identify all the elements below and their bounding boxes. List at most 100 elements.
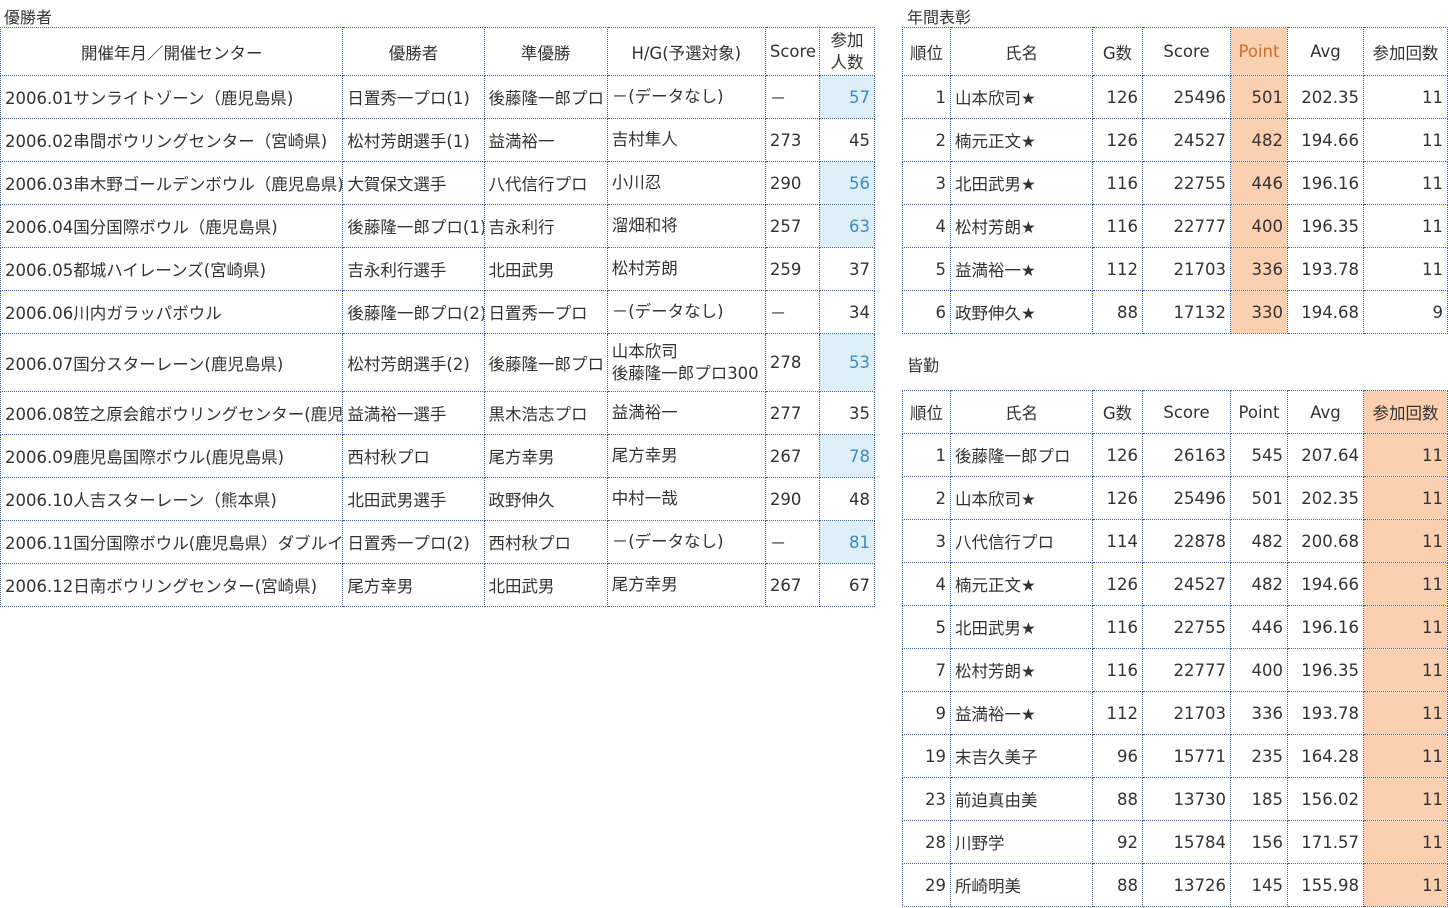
point-cell: 501 (1230, 476, 1288, 520)
rank-cell: 29 (902, 863, 951, 907)
rank-cell: 1 (902, 433, 951, 477)
attendance-header-1: 氏名 (950, 390, 1093, 434)
high-game-cell: －(データなし) (606, 75, 766, 119)
score-cell: － (764, 75, 820, 119)
winner-cell: 後藤隆一郎プロ(1) (342, 204, 485, 248)
event-cell: 2006.01サンライトゾーン（鹿児島県) (0, 75, 344, 119)
event-cell: 2006.11国分国際ボウル(鹿児島県）ダブルイリミ (0, 520, 344, 564)
high-game-cell: －(データなし) (606, 290, 766, 334)
winners-row: 2006.08笠之原会館ボウリングセンター(鹿児島県)益満裕一選手黒木浩志プロ益… (0, 391, 876, 435)
attendance-row: 23 前迫真由美 88 13730 185 156.02 11 (902, 777, 1448, 821)
winner-cell: 松村芳朗選手(2) (342, 333, 485, 392)
rank-cell: 9 (902, 691, 951, 735)
attendance-header-2: G数 (1092, 390, 1143, 434)
winners-row: 2006.11国分国際ボウル(鹿児島県）ダブルイリミ 日置秀一プロ(2) 西村秋プロ… (0, 520, 876, 564)
event-cell: 2006.10人吉スターレーン（熊本県) (0, 477, 344, 521)
score-cell: 22777 (1142, 204, 1231, 248)
high-game-cell: 溜畑和将 (606, 204, 766, 248)
attendance-row: 7 松村芳朗★ 116 22777 400 196.35 11 (902, 648, 1448, 692)
participants-cell: 67 (818, 563, 876, 607)
annual-row: 4 松村芳朗★ 116 22777 400 196.35 11 (902, 204, 1448, 248)
count-cell: 11 (1363, 863, 1448, 907)
score-cell: 15771 (1142, 734, 1231, 778)
event-cell: 2006.07国分スターレーン(鹿児島県) (0, 333, 344, 392)
winner-cell: 北田武男選手 (342, 477, 485, 521)
participants-cell: 63 (818, 204, 876, 248)
high-game-cell: 松村芳朗 (606, 247, 766, 291)
score-cell: 22755 (1142, 605, 1231, 649)
winners-row: 2006.04国分国際ボウル（鹿児島県) 後藤隆一郎プロ(1) 吉永利行 溜畑和将 25… (0, 204, 876, 248)
attendance-header-5: Avg (1287, 390, 1364, 434)
name-cell: 益満裕一★ (950, 691, 1093, 735)
avg-cell: 196.16 (1287, 161, 1364, 205)
games-cell: 114 (1092, 519, 1143, 563)
score-cell: 22755 (1142, 161, 1231, 205)
event-cell: 2006.04国分国際ボウル（鹿児島県) (0, 204, 344, 248)
point-cell: 330 (1230, 290, 1288, 334)
games-cell: 126 (1092, 75, 1143, 119)
games-cell: 116 (1092, 605, 1143, 649)
score-cell: 24527 (1142, 118, 1231, 162)
annual-header-1: 氏名 (950, 27, 1093, 76)
attendance-row: 1 後藤隆一郎プロ 126 26163 545 207.64 11 (902, 433, 1448, 477)
attendance-header-4: Point (1230, 390, 1288, 434)
point-cell: 482 (1230, 118, 1288, 162)
games-cell: 88 (1092, 777, 1143, 821)
winner-cell: 尾方幸男 (342, 563, 485, 607)
games-cell: 126 (1092, 433, 1143, 477)
attendance-row: 19 末吉久美子 96 15771 235 164.28 11 (902, 734, 1448, 778)
name-cell: 山本欣司★ (950, 476, 1093, 520)
score-cell: 277 (764, 391, 820, 435)
score-cell: 273 (764, 118, 820, 162)
annual-header-5: Avg (1287, 27, 1364, 76)
annual-row: 5 益満裕一★ 112 21703 336 193.78 11 (902, 247, 1448, 291)
name-cell: 楠元正文★ (950, 562, 1093, 606)
point-cell: 185 (1230, 777, 1288, 821)
runner-up-cell: 黒木浩志プロ (483, 391, 608, 435)
winners-row: 2006.07国分スターレーン(鹿児島県) 松村芳朗選手(2) 後藤隆一郎プロ 山本欣… (0, 333, 876, 392)
annual-row: 3 北田武男★ 116 22755 446 196.16 11 (902, 161, 1448, 205)
event-cell: 2006.06川内ガラッパボウル (0, 290, 344, 334)
annual-header-0: 順位 (902, 27, 951, 76)
avg-cell: 171.57 (1287, 820, 1364, 864)
winners-header-4: Score (764, 27, 820, 76)
score-cell: 278 (764, 333, 820, 392)
winner-cell: 日置秀一プロ(1) (342, 75, 485, 119)
score-cell: 257 (764, 204, 820, 248)
score-cell: － (764, 290, 820, 334)
runner-up-cell: 後藤隆一郎プロ (483, 333, 608, 392)
rank-cell: 2 (902, 118, 951, 162)
participants-cell: 81 (818, 520, 876, 564)
runner-up-cell: 日置秀一プロ (483, 290, 608, 334)
count-cell: 11 (1363, 433, 1448, 477)
rank-cell: 3 (902, 519, 951, 563)
attendance-row: 28 川野学 92 15784 156 171.57 11 (902, 820, 1448, 864)
winners-row: 2006.01サンライトゾーン（鹿児島県) 日置秀一プロ(1) 後藤隆一郎プロ －(デ… (0, 75, 876, 119)
event-cell: 2006.12日南ボウリングセンター(宮崎県) (0, 563, 344, 607)
name-cell: 末吉久美子 (950, 734, 1093, 778)
score-cell: 267 (764, 563, 820, 607)
games-cell: 88 (1092, 863, 1143, 907)
annual-header-2: G数 (1092, 27, 1143, 76)
attendance-table: 順位 氏名 G数 Score Point Avg 参加回数 1 後藤隆一郎プロ 126 26163… (902, 390, 1448, 907)
attendance-caption: 皆勤 (907, 356, 940, 375)
high-game-cell: 吉村隼人 (606, 118, 766, 162)
runner-up-cell: 吉永利行 (483, 204, 608, 248)
annual-ranking-table: 順位 氏名 G数 Score Point Avg 参加回数 1 山本欣司★ 126 25496 50… (902, 27, 1448, 334)
name-cell: 所崎明美 (950, 863, 1093, 907)
count-cell: 11 (1363, 648, 1448, 692)
event-cell: 2006.08笠之原会館ボウリングセンター(鹿児島県) (0, 391, 344, 435)
participants-cell: 45 (818, 118, 876, 162)
rank-cell: 7 (902, 648, 951, 692)
score-cell: 17132 (1142, 290, 1231, 334)
high-game-cell: 中村一哉 (606, 477, 766, 521)
avg-cell: 164.28 (1287, 734, 1364, 778)
rank-cell: 3 (902, 161, 951, 205)
point-cell: 336 (1230, 691, 1288, 735)
participants-cell: 35 (818, 391, 876, 435)
winners-header-0: 開催年月／開催センター (0, 27, 344, 76)
point-cell: 400 (1230, 204, 1288, 248)
runner-up-cell: 後藤隆一郎プロ (483, 75, 608, 119)
name-cell: 北田武男★ (950, 161, 1093, 205)
count-cell: 11 (1363, 562, 1448, 606)
